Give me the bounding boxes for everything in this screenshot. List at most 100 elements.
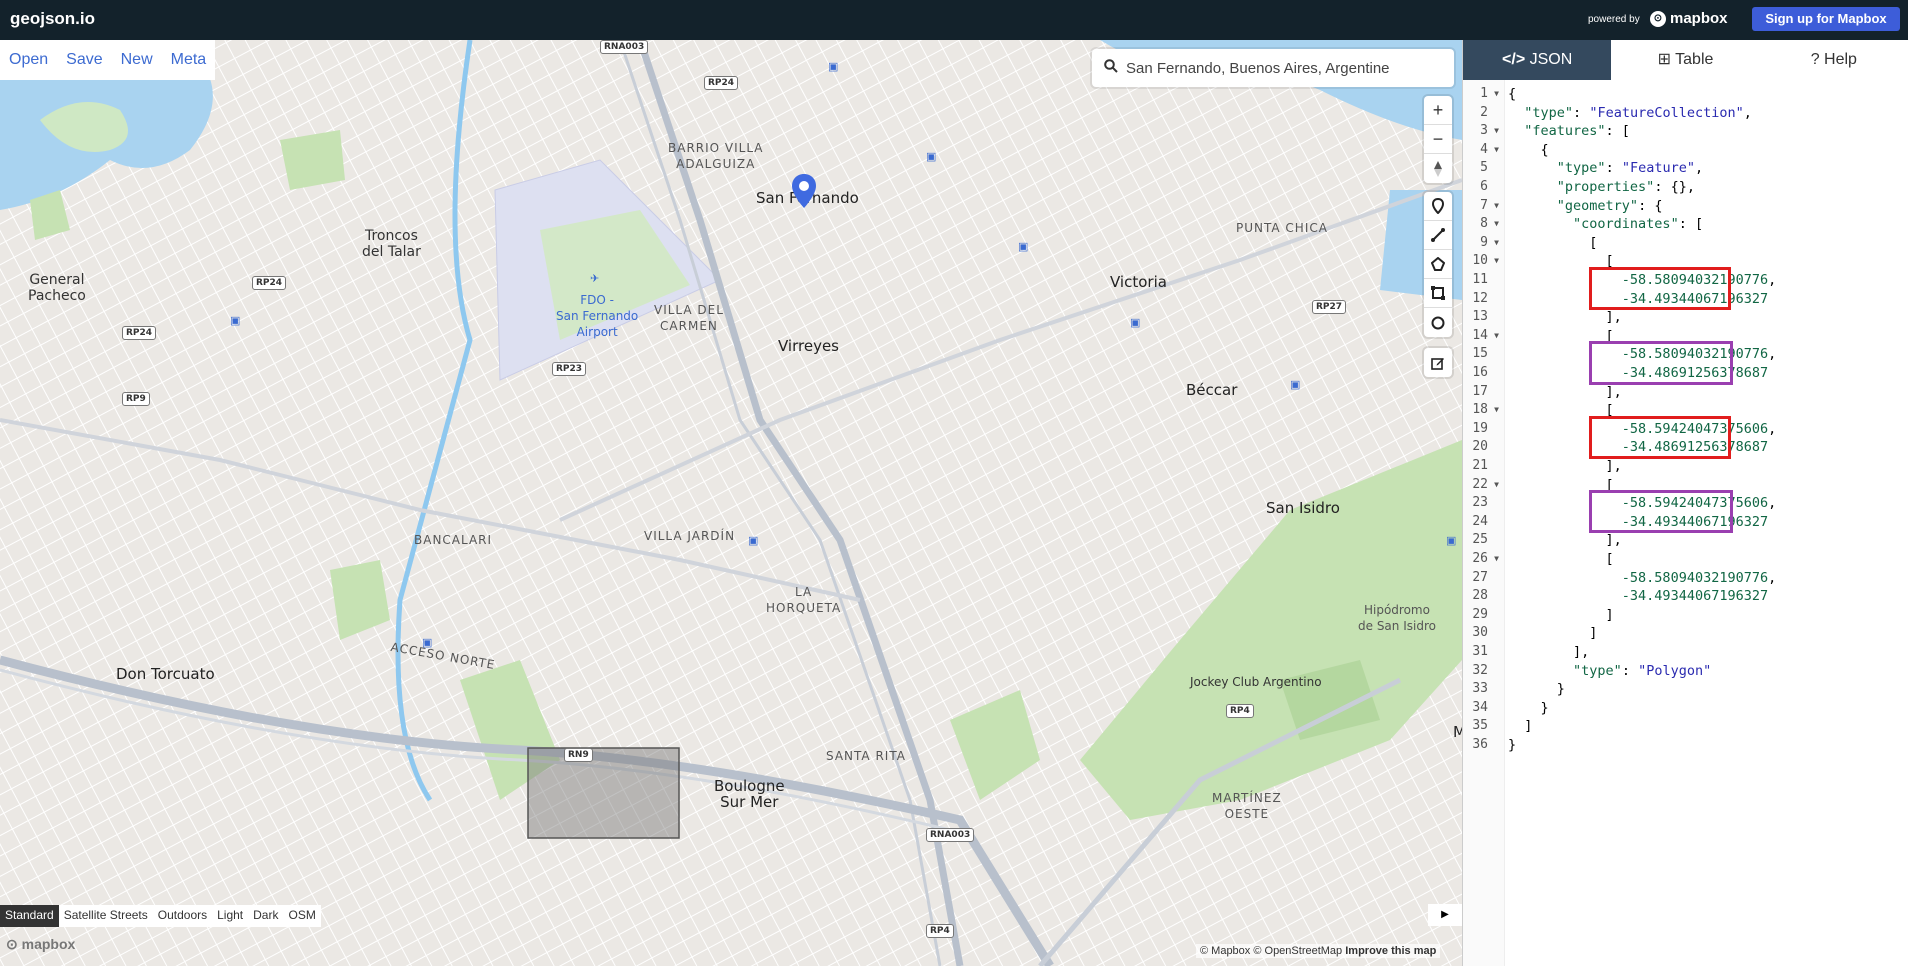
road-shield: RP4 bbox=[1226, 704, 1254, 718]
place-label: Jockey Club Argentino bbox=[1190, 675, 1322, 689]
draw-rectangle-button[interactable] bbox=[1424, 279, 1452, 308]
bus-stop-icon: ▣ bbox=[828, 61, 839, 73]
place-label: Don Torcuato bbox=[116, 665, 215, 683]
tab-json[interactable]: </> JSON bbox=[1463, 40, 1612, 80]
mapbox-brand-text: mapbox bbox=[1670, 10, 1728, 27]
coordinate-highlight-box bbox=[1589, 341, 1733, 385]
road-shield: RP24 bbox=[252, 276, 287, 290]
search-input[interactable] bbox=[1126, 57, 1444, 79]
file-menu: Open Save New Meta bbox=[0, 40, 216, 80]
place-label: BARRIO VILLA ADALGUIZA bbox=[668, 141, 764, 171]
rectangle-icon bbox=[1431, 286, 1445, 300]
map-base-layer bbox=[0, 40, 1462, 966]
draw-marker-button[interactable] bbox=[1424, 192, 1452, 221]
map-style-switcher: Standard Satellite Streets Outdoors Ligh… bbox=[0, 905, 321, 927]
collapse-panel-button[interactable]: ▶ bbox=[1428, 904, 1462, 926]
app-logo[interactable]: geojson.io bbox=[10, 9, 95, 29]
draw-circle-button[interactable] bbox=[1424, 308, 1452, 337]
edit-controls bbox=[1424, 348, 1452, 377]
powered-by-label: powered by bbox=[1588, 14, 1640, 25]
place-label: PUNTA CHICA bbox=[1236, 221, 1328, 235]
map-attribution: © Mapbox © OpenStreetMap Improve this ma… bbox=[1196, 944, 1441, 958]
zoom-in-button[interactable]: + bbox=[1424, 96, 1452, 125]
bus-stop-icon: ▣ bbox=[230, 315, 241, 327]
help-icon: ? bbox=[1810, 51, 1820, 68]
tab-json-label: JSON bbox=[1529, 51, 1573, 68]
mapbox-icon: ⊙ bbox=[1650, 10, 1666, 27]
draw-line-button[interactable] bbox=[1424, 221, 1452, 250]
mapbox-attribution-logo[interactable]: ⊙ mapbox bbox=[6, 936, 75, 953]
code-line[interactable]: } bbox=[1508, 734, 1516, 756]
compass-icon bbox=[1434, 160, 1442, 177]
bus-stop-icon: ▣ bbox=[422, 637, 433, 649]
place-label: Troncos del Talar bbox=[362, 228, 421, 260]
style-satellite-streets[interactable]: Satellite Streets bbox=[59, 905, 153, 927]
edit-icon bbox=[1431, 357, 1444, 370]
table-icon: ⊞ bbox=[1657, 51, 1671, 68]
place-label: Hipódromo de San Isidro bbox=[1358, 603, 1436, 633]
side-panel: </> JSON ⊞ Table ? Help 1 ▼ 2 3 ▼ 4 ▼ 5 6 7 ▼ 8 ▼ 9 ▼ 1… bbox=[1462, 40, 1908, 966]
place-label: Virreyes bbox=[778, 337, 839, 355]
bus-stop-icon: ▣ bbox=[1018, 241, 1029, 253]
bus-stop-icon: ▣ bbox=[926, 151, 937, 163]
signup-button[interactable]: Sign up for Mapbox bbox=[1752, 7, 1900, 31]
menu-open[interactable]: Open bbox=[0, 51, 57, 69]
style-standard[interactable]: Standard bbox=[0, 905, 59, 927]
road-shield: RP24 bbox=[704, 76, 739, 90]
json-editor[interactable]: 1 ▼ 2 3 ▼ 4 ▼ 5 6 7 ▼ 8 ▼ 9 ▼ 10 ▼ 11 12 13 14 ▼ 15 16 17 18 ▼ 19 20… bbox=[1463, 80, 1908, 966]
place-label: M bbox=[1453, 723, 1462, 741]
place-label: VILLA JARDÍN bbox=[644, 529, 736, 543]
map-canvas[interactable]: General Pacheco Troncos del Talar BARRIO V… bbox=[0, 40, 1462, 966]
place-label: SANTA RITA bbox=[826, 749, 906, 763]
compass-button[interactable] bbox=[1424, 154, 1452, 183]
style-light[interactable]: Light bbox=[212, 905, 248, 927]
place-label: San Isidro bbox=[1266, 499, 1340, 517]
top-bar: geojson.io powered by ⊙ mapbox Sign up f… bbox=[0, 0, 1908, 40]
zoom-out-button[interactable]: − bbox=[1424, 125, 1452, 154]
place-label: LA HORQUETA bbox=[766, 585, 842, 615]
coordinate-highlight-box bbox=[1589, 415, 1731, 459]
tab-table-label: Table bbox=[1675, 51, 1714, 68]
road-shield: RN9 bbox=[564, 748, 593, 762]
road-shield: RP9 bbox=[122, 392, 150, 406]
search-box bbox=[1092, 49, 1454, 87]
coordinate-highlight-box bbox=[1589, 490, 1733, 534]
circle-icon bbox=[1431, 316, 1445, 329]
road-shield: RP4 bbox=[926, 924, 954, 938]
road-shield: RP23 bbox=[552, 362, 587, 376]
tab-help[interactable]: ? Help bbox=[1760, 40, 1908, 80]
road-shield: RNA003 bbox=[600, 40, 649, 54]
line-gutter: 1 ▼ 2 3 ▼ 4 ▼ 5 6 7 ▼ 8 ▼ 9 ▼ 10 ▼ 11 12 13 14 ▼ 15 16 17 18 ▼ 19 20… bbox=[1463, 80, 1505, 966]
style-outdoors[interactable]: Outdoors bbox=[153, 905, 212, 927]
attribution-text[interactable]: © Mapbox © OpenStreetMap bbox=[1200, 945, 1342, 957]
improve-map-link[interactable]: Improve this map bbox=[1345, 945, 1436, 957]
location-marker-icon[interactable] bbox=[792, 174, 816, 208]
style-osm[interactable]: OSM bbox=[283, 905, 320, 927]
place-label: VILLA DEL CARMEN bbox=[654, 303, 724, 333]
place-label: General Pacheco bbox=[28, 272, 86, 304]
tab-help-label: Help bbox=[1824, 51, 1857, 68]
place-label: Béccar bbox=[1186, 381, 1238, 399]
code-icon: </> bbox=[1502, 51, 1526, 68]
panel-tabs: </> JSON ⊞ Table ? Help bbox=[1463, 40, 1908, 80]
zoom-controls: + − bbox=[1424, 96, 1452, 183]
line-icon bbox=[1431, 228, 1445, 242]
menu-new[interactable]: New bbox=[112, 51, 162, 69]
menu-meta[interactable]: Meta bbox=[162, 51, 216, 69]
bus-stop-icon: ▣ bbox=[1446, 535, 1457, 547]
place-label: BANCALARI bbox=[414, 533, 493, 547]
chevron-right-icon: ▶ bbox=[1441, 909, 1449, 920]
road-shield: RNA003 bbox=[926, 828, 975, 842]
bus-stop-icon: ▣ bbox=[1130, 317, 1141, 329]
menu-save[interactable]: Save bbox=[57, 51, 111, 69]
draw-controls bbox=[1424, 192, 1452, 337]
tab-table[interactable]: ⊞ Table bbox=[1611, 40, 1759, 80]
polygon-icon bbox=[1431, 257, 1445, 271]
draw-polygon-button[interactable] bbox=[1424, 250, 1452, 279]
style-dark[interactable]: Dark bbox=[248, 905, 283, 927]
mapbox-logo[interactable]: ⊙ mapbox bbox=[1650, 10, 1728, 27]
coordinate-highlight-box bbox=[1589, 267, 1731, 311]
edit-features-button[interactable] bbox=[1424, 348, 1452, 377]
place-label: MARTÍNEZ OESTE bbox=[1212, 791, 1282, 821]
airport-icon: ✈ bbox=[590, 273, 600, 285]
